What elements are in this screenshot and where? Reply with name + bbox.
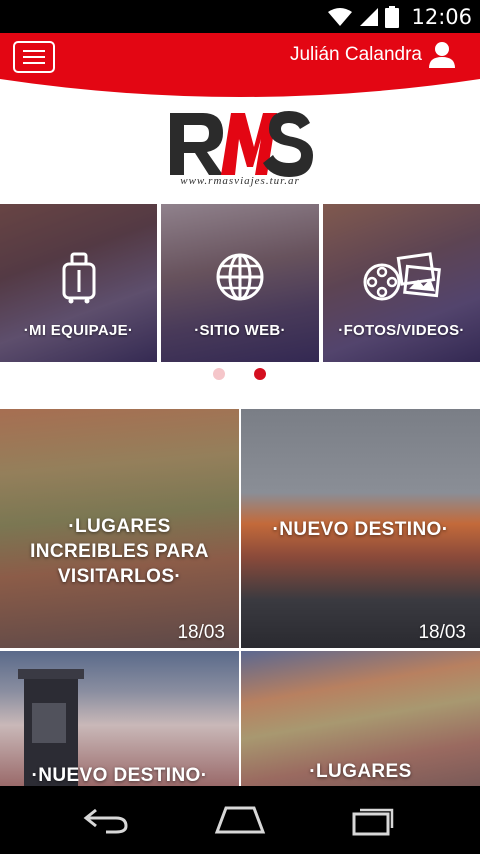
- news-tile[interactable]: ·NUEVO DESTINO· 18/03: [241, 409, 480, 648]
- signal-icon: [360, 7, 379, 26]
- carousel-label: ·FOTOS/VIDEOS·: [338, 322, 465, 339]
- status-time: 12:06: [411, 4, 472, 29]
- app-header: Julián Calandra: [0, 33, 480, 97]
- hamburger-menu-icon: [23, 50, 45, 52]
- news-tile[interactable]: ·LUGARES INCREIBLES PARA VISITARLOS· 18/…: [0, 409, 239, 648]
- status-icons: 12:06: [327, 0, 472, 33]
- status-bar: 12:06: [0, 0, 480, 33]
- carousel-slide-sitio-web[interactable]: ·SITIO WEB·: [161, 204, 319, 362]
- back-icon[interactable]: [82, 804, 130, 836]
- logo-url: www.rmasviajes.tur.ar: [180, 175, 300, 187]
- system-nav-bar: [0, 786, 480, 854]
- news-tile-title: ·NUEVO DESTINO·: [31, 765, 208, 786]
- user-name[interactable]: Julián Calandra: [290, 44, 422, 66]
- menu-button[interactable]: [13, 41, 55, 73]
- globe-icon: [216, 253, 264, 301]
- news-tile-title: ·NUEVO DESTINO·: [272, 519, 449, 540]
- news-tile[interactable]: ·LUGARES INCREIBLES: [241, 651, 480, 786]
- carousel-dot-1[interactable]: [213, 368, 225, 380]
- photos-film-icon: [363, 252, 441, 301]
- news-tile-date: 18/03: [418, 622, 466, 643]
- carousel-label: ·SITIO WEB·: [194, 322, 286, 339]
- news-tile-title: ·LUGARES INCREIBLES: [309, 761, 412, 782]
- carousel-label: ·MI EQUIPAJE·: [23, 322, 134, 339]
- recents-icon[interactable]: [350, 804, 398, 836]
- luggage-icon: [62, 252, 95, 304]
- home-icon[interactable]: [214, 804, 266, 836]
- carousel-dot-2-active[interactable]: [254, 368, 266, 380]
- news-tile-date: 18/03: [177, 622, 225, 643]
- carousel-pagination: [0, 368, 480, 382]
- news-tile-title: ·LUGARES INCREIBLES PARA VISITARLOS·: [30, 516, 209, 587]
- user-icon[interactable]: [428, 41, 456, 69]
- quick-links-carousel[interactable]: ·MI EQUIPAJE· ·SITIO WEB· ·FOTOS/VIDEOS·: [0, 204, 480, 362]
- news-tile[interactable]: ·NUEVO DESTINO·: [0, 651, 239, 786]
- wifi-icon: [328, 7, 353, 26]
- carousel-slide-fotos-videos[interactable]: ·FOTOS/VIDEOS·: [323, 204, 480, 362]
- battery-icon: [385, 5, 400, 28]
- carousel-slide-equipaje[interactable]: ·MI EQUIPAJE·: [0, 204, 157, 362]
